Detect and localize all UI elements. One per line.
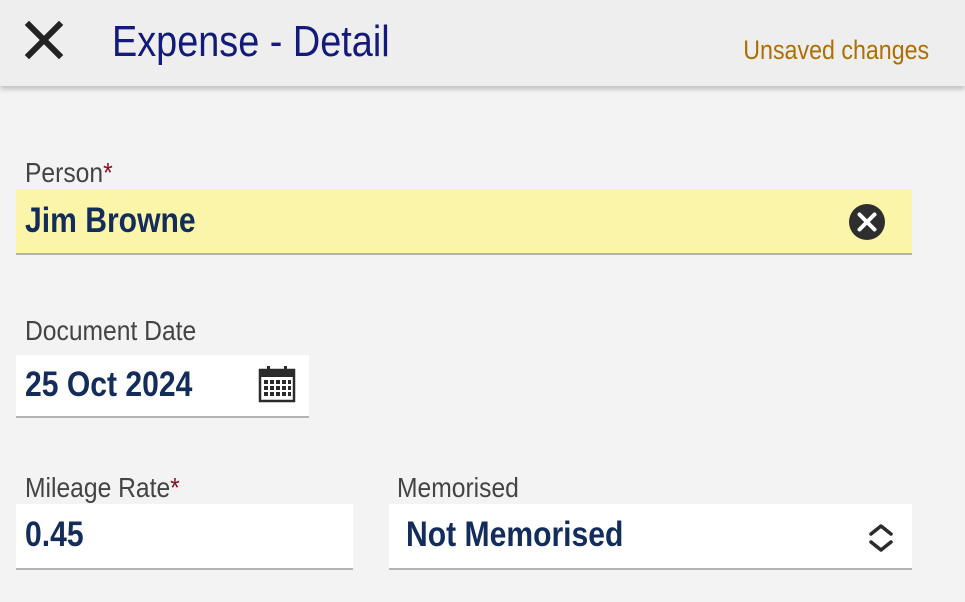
person-label-text: Person [25,157,104,188]
memorised-dropdown-toggle[interactable] [867,522,895,559]
clear-circle-icon [849,204,885,240]
app-header: Expense - Detail Unsaved changes [0,0,965,86]
required-mark: * [170,472,180,503]
memorised-select[interactable]: Not Memorised [389,504,912,570]
memorised-label: Memorised [397,472,519,503]
close-icon [24,20,64,60]
document-date-value: 25 Oct 2024 [25,365,193,404]
page-title: Expense - Detail [112,17,390,66]
person-value: Jim Browne [25,201,196,240]
clear-person-button[interactable] [848,203,886,246]
sort-chevrons-icon [869,524,893,552]
mileage-rate-label-text: Mileage Rate [25,472,171,503]
required-mark: * [103,157,113,188]
document-date-field[interactable]: 25 Oct 2024 [16,355,309,418]
calendar-button[interactable] [258,365,296,408]
memorised-value: Not Memorised [406,515,624,554]
document-date-label: Document Date [25,315,197,346]
mileage-rate-field[interactable]: 0.45 [16,504,353,570]
unsaved-status: Unsaved changes [743,35,929,65]
person-field[interactable]: Jim Browne [16,189,912,255]
calendar-icon [258,366,296,403]
mileage-rate-label: Mileage Rate* [25,472,180,504]
close-button[interactable] [22,18,66,62]
mileage-rate-value: 0.45 [25,515,84,554]
person-label: Person* [25,157,113,189]
